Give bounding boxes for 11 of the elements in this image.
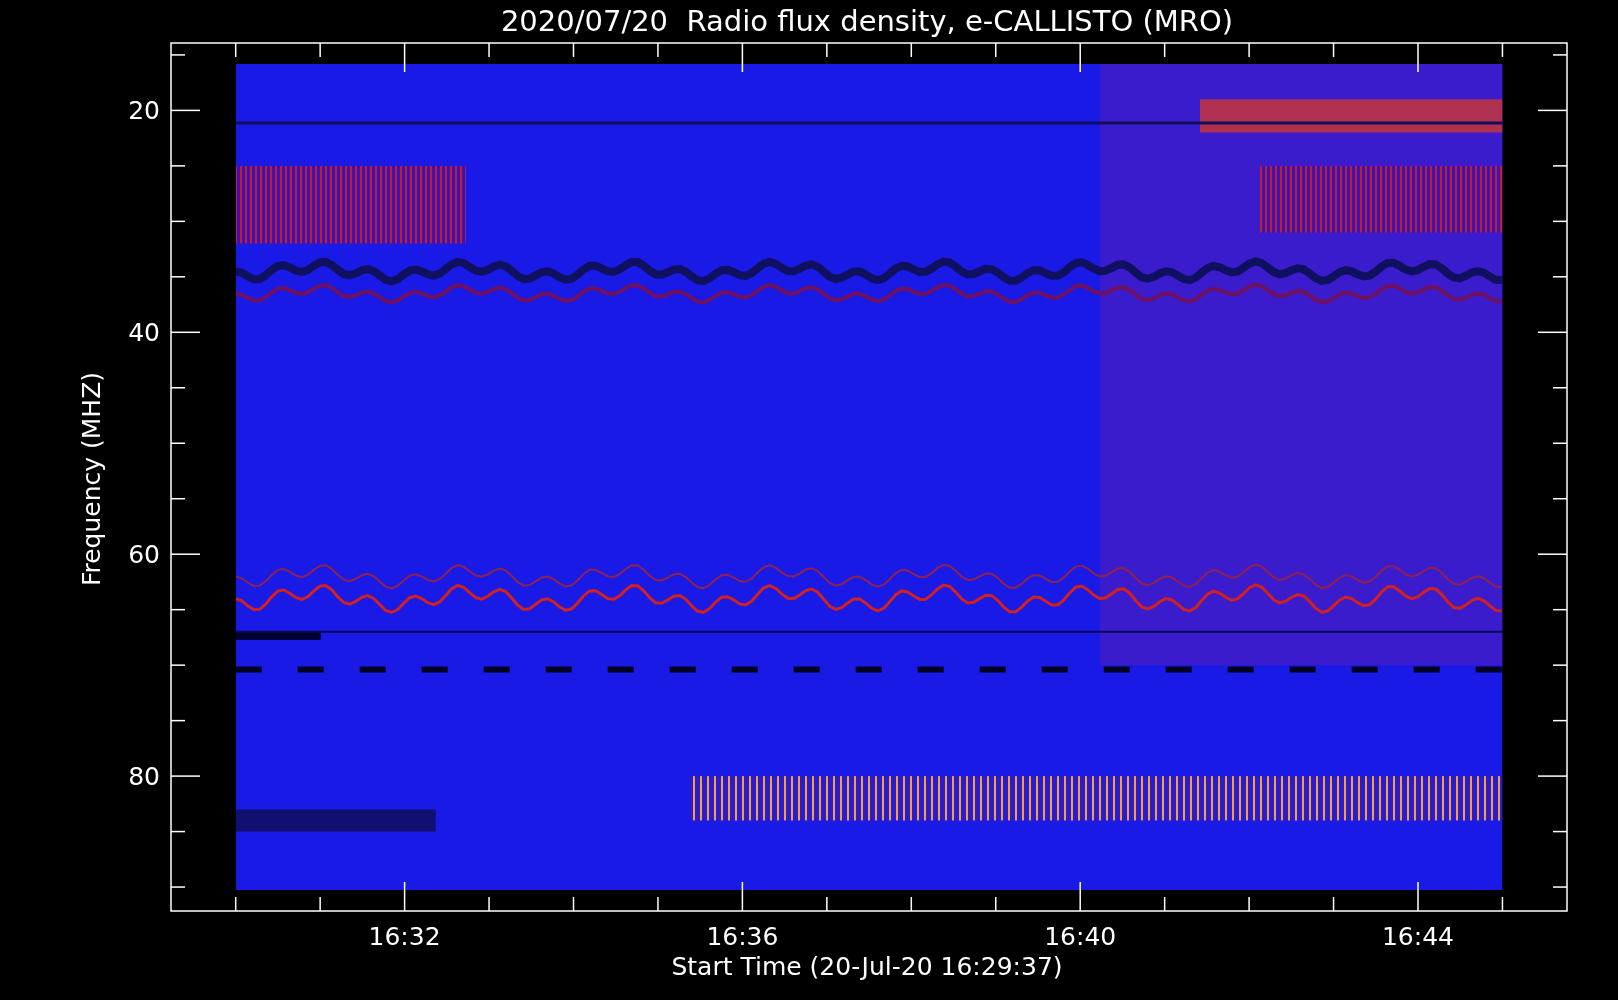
x-axis-label: Start Time (20-Jul-20 16:29:37) (671, 952, 1063, 981)
x-tick-label: 16:32 (368, 922, 441, 951)
y-tick-label: 80 (128, 762, 160, 792)
x-tick-label: 16:36 (706, 922, 779, 951)
x-tick-label: 16:44 (1382, 922, 1454, 951)
plot-title: 2020/07/20 Radio flux density, e-CALLISTO (MRO) (500, 4, 1234, 38)
y-tick-label: 40 (128, 318, 160, 348)
x-tick-label: 16:40 (1044, 922, 1117, 951)
y-tick-label: 60 (128, 540, 160, 570)
y-tick-label: 20 (128, 96, 160, 126)
y-axis-label: Frequency (MHZ) (77, 371, 106, 587)
